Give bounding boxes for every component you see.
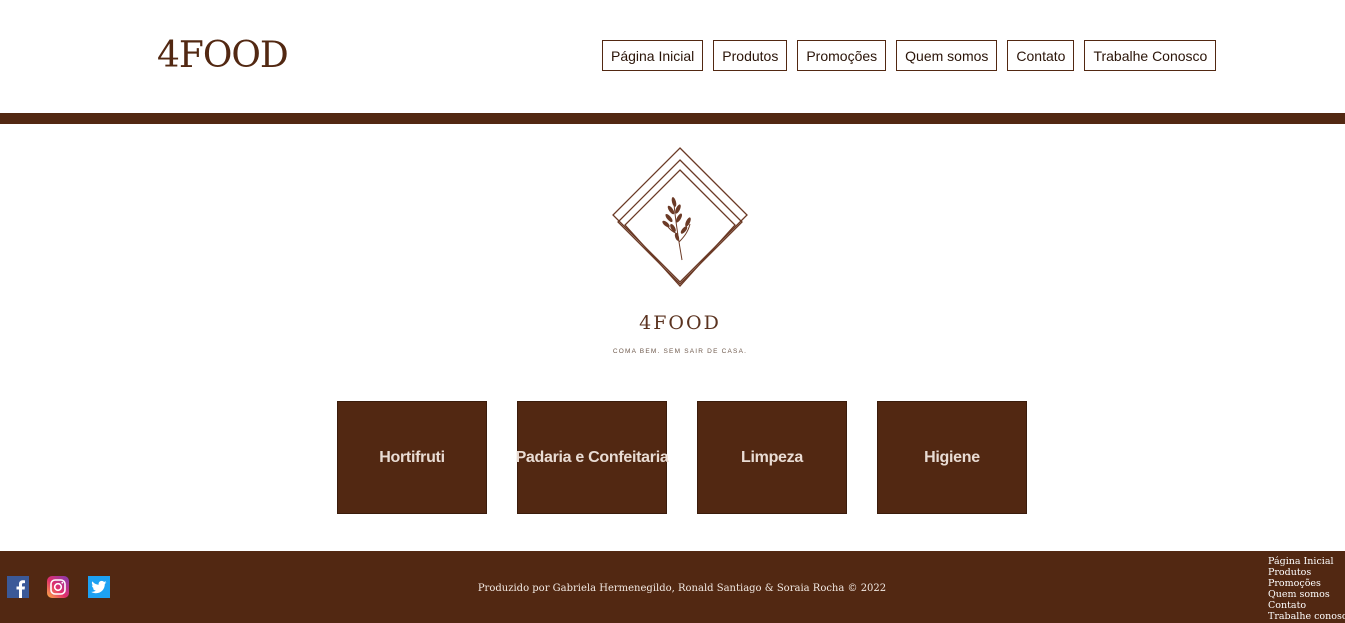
main-nav: Página Inicial Produtos Promoções Quem s… (602, 40, 1217, 71)
hero-logo: 4FOOD COMA BEM. SEM SAIR DE CASA. (580, 142, 780, 362)
category-label: Padaria e Confeitaria (515, 448, 669, 466)
category-limpeza[interactable]: Limpeza (697, 401, 847, 514)
footer-link-promocoes[interactable]: Promoções (1268, 578, 1345, 589)
footer-link-trabalhe-conosco[interactable]: Trabalhe conosco (1268, 611, 1345, 622)
category-higiene[interactable]: Higiene (877, 401, 1027, 514)
footer-link-quem-somos[interactable]: Quem somos (1268, 589, 1345, 600)
hero-logo-name: 4FOOD (639, 312, 721, 334)
site-footer: Produzido por Gabriela Hermenegildo, Ron… (0, 551, 1345, 623)
site-header: 4FOOD Página Inicial Produtos Promoções … (0, 0, 1345, 113)
nav-item-contato[interactable]: Contato (1007, 40, 1075, 71)
nav-item-promocoes[interactable]: Promoções (797, 40, 887, 71)
category-label: Limpeza (741, 448, 803, 466)
wheat-diamond-emblem (612, 147, 748, 287)
footer-link-contato[interactable]: Contato (1268, 600, 1345, 611)
footer-links: Página Inicial Produtos Promoções Quem s… (1268, 556, 1345, 622)
nav-item-produtos[interactable]: Produtos (713, 40, 788, 71)
nav-item-quem-somos[interactable]: Quem somos (896, 40, 998, 71)
footer-link-produtos[interactable]: Produtos (1268, 567, 1345, 578)
footer-credits: Produzido por Gabriela Hermenegildo, Ron… (477, 583, 887, 594)
nav-item-trabalhe-conosco[interactable]: Trabalhe Conosco (1084, 40, 1217, 71)
header-divider-bar (0, 113, 1345, 124)
category-label: Higiene (924, 448, 980, 466)
footer-link-pagina-inicial[interactable]: Página Inicial (1268, 556, 1345, 567)
category-padaria-confeitaria[interactable]: Padaria e Confeitaria (515, 401, 669, 514)
brand-logo-text[interactable]: 4FOOD (157, 36, 289, 76)
nav-item-pagina-inicial[interactable]: Página Inicial (602, 40, 704, 71)
category-label: Hortifruti (379, 448, 445, 466)
hero-logo-tagline: COMA BEM. SEM SAIR DE CASA. (612, 348, 748, 355)
category-hortifruti[interactable]: Hortifruti (337, 401, 487, 514)
category-grid: Hortifruti Padaria e Confeitaria Limpeza… (337, 401, 1027, 514)
